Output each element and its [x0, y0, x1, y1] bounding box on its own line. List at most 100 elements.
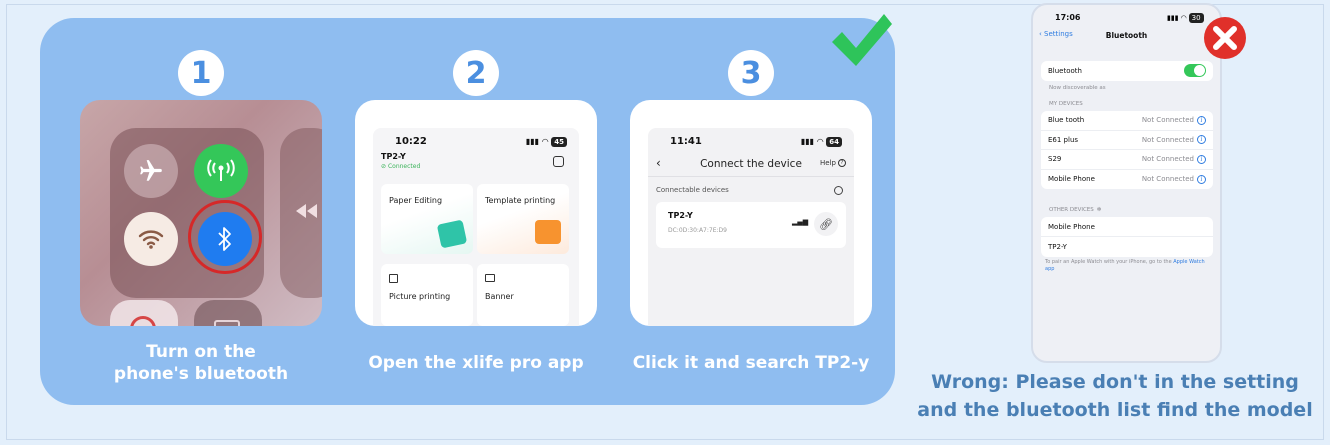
status-icons: ▮▮▮ ◠ 30 — [1167, 13, 1204, 23]
status-time: 10:22 — [395, 136, 427, 147]
device-status: Not Connected — [1141, 175, 1194, 184]
step-3-caption: Click it and search TP2-y — [632, 353, 870, 373]
caption-line: phone's bluetooth — [113, 364, 289, 384]
my-devices-list: Blue tooth Not Connected i E61 plus Not C… — [1041, 111, 1213, 189]
scan-icon[interactable] — [553, 156, 564, 167]
paper-editing-tile[interactable]: Paper Editing — [381, 184, 473, 254]
question-icon: ? — [837, 159, 846, 167]
row-label: Bluetooth — [1048, 66, 1082, 75]
header-divider — [648, 176, 854, 177]
device-name: E61 plus — [1048, 135, 1079, 144]
template-printing-tile[interactable]: Template printing — [477, 184, 569, 254]
device-row[interactable]: E61 plus Not Connected i — [1041, 131, 1213, 150]
step-1-caption: Turn on the phone's bluetooth — [80, 341, 322, 385]
image-icon — [436, 219, 468, 249]
step-2-caption: Open the xlife pro app — [368, 353, 584, 373]
tile-label: Banner — [485, 292, 514, 301]
control-center-card — [80, 100, 322, 326]
info-icon[interactable]: i — [1197, 135, 1206, 145]
info-icon[interactable]: i — [1197, 115, 1206, 125]
bluetooth-toggle-group: Bluetooth — [1041, 61, 1213, 81]
caption-line: Turn on the — [146, 342, 256, 362]
device-mac: DC:0D:30:A7:7E:D9 — [668, 227, 727, 234]
discoverable-note: Now discoverable as — [1049, 85, 1106, 91]
wrong-caption: Wrong: Please don't in the setting and t… — [905, 368, 1325, 424]
help-button[interactable]: Help ? — [820, 159, 846, 167]
rewind-icon — [296, 204, 317, 218]
device-name[interactable]: TP2-Y — [381, 152, 406, 161]
wifi-icon: ◠ — [1180, 14, 1187, 22]
app-screen: 10:22 ▮▮▮ ◠ 45 TP2-Y ⊘ Connected Paper E… — [373, 128, 579, 326]
page-title: Bluetooth — [1105, 31, 1148, 40]
settings-phone: 17:06 ▮▮▮ ◠ 30 ‹ Settings Bluetooth Blue… — [1031, 3, 1222, 363]
device-name: Mobile Phone — [1048, 175, 1095, 184]
control-tile — [110, 300, 178, 326]
cellular-button[interactable] — [194, 144, 248, 198]
device-status: Not Connected — [1141, 155, 1194, 164]
wifi-icon: ◠ — [817, 137, 824, 146]
refresh-icon[interactable] — [834, 186, 843, 195]
banner-tile[interactable]: Banner — [477, 264, 569, 326]
connect-screen: 11:41 ▮▮▮ ◠ 64 ‹ Connect the device Help… — [648, 128, 854, 326]
device-row[interactable]: Blue tooth Not Connected i — [1041, 111, 1213, 131]
bluetooth-highlight-ring — [188, 200, 262, 274]
step-3-number: 3 — [728, 50, 774, 96]
tile-label: Picture printing — [389, 292, 451, 301]
picture-printing-tile[interactable]: Picture printing — [381, 264, 473, 326]
device-status: Not Connected — [1141, 135, 1194, 144]
bluetooth-toggle-row: Bluetooth — [1041, 61, 1213, 81]
status-time: 17:06 — [1055, 13, 1081, 22]
footer-text: To pair an Apple Watch with your iPhone,… — [1045, 259, 1172, 265]
wrong-caption-line: Wrong: Please don't in the setting — [931, 371, 1299, 393]
wrong-caption-line: and the bluetooth list find the model — [917, 399, 1313, 421]
tile-label: Template printing — [485, 196, 556, 205]
section-label: Connectable devices — [656, 186, 729, 194]
device-row[interactable]: TP2-Y DC:0D:30:A7:7E:D9 ▂▄▆ 🔗︎ — [656, 202, 846, 248]
bluetooth-toggle[interactable] — [1184, 64, 1206, 78]
status-bar: 11:41 ▮▮▮ ◠ 64 — [648, 128, 854, 147]
connection-status: ⊘ Connected — [381, 163, 420, 170]
battery-icon: 30 — [1188, 13, 1204, 23]
control-tile — [194, 300, 262, 326]
signal-icon: ▮▮▮ — [800, 137, 815, 146]
signal-icon: ▮▮▮ — [525, 137, 540, 146]
device-row[interactable]: TP2-Y — [1041, 237, 1213, 257]
info-icon[interactable]: i — [1197, 174, 1206, 184]
status-time: 11:41 — [670, 136, 702, 147]
wifi-icon — [138, 230, 164, 249]
picture-icon — [389, 274, 398, 283]
device-name: Mobile Phone — [1048, 222, 1095, 231]
device-name: S29 — [1048, 155, 1062, 164]
connection-status-text: Connected — [387, 163, 421, 170]
device-row[interactable]: Mobile Phone Not Connected i — [1041, 170, 1213, 190]
airplane-mode-button[interactable] — [124, 144, 178, 198]
my-devices-header: MY DEVICES — [1049, 101, 1083, 107]
signal-icon: ▮▮▮ — [1167, 14, 1179, 22]
loading-spinner-icon: ✻ — [1096, 207, 1102, 213]
footer-note: To pair an Apple Watch with your iPhone,… — [1045, 259, 1215, 273]
connect-device-card: 11:41 ▮▮▮ ◠ 64 ‹ Connect the device Help… — [630, 100, 872, 326]
battery-icon: 45 — [551, 136, 567, 147]
wifi-button[interactable] — [124, 212, 178, 266]
link-icon[interactable]: 🔗︎ — [814, 212, 838, 236]
other-devices-list: Mobile Phone TP2-Y — [1041, 217, 1213, 257]
airplane-icon — [140, 160, 162, 181]
device-name: TP2-Y — [1048, 243, 1067, 251]
wifi-icon: ◠ — [542, 137, 549, 146]
cellular-antenna-icon — [207, 159, 235, 181]
other-devices-label: OTHER DEVICES — [1049, 207, 1094, 213]
media-block — [280, 128, 322, 298]
tile-label: Paper Editing — [389, 196, 443, 205]
status-bar: 10:22 ▮▮▮ ◠ 45 — [373, 128, 579, 147]
banner-icon — [485, 274, 495, 282]
step-1-number: 1 — [178, 50, 224, 96]
device-name: Blue tooth — [1048, 116, 1085, 125]
help-label: Help — [820, 159, 836, 167]
device-row[interactable]: S29 Not Connected i — [1041, 150, 1213, 170]
info-icon[interactable]: i — [1197, 154, 1206, 164]
battery-icon: 64 — [826, 136, 842, 147]
device-row[interactable]: Mobile Phone — [1041, 217, 1213, 237]
link-icon: ⊘ — [381, 163, 387, 170]
device-status: Not Connected — [1141, 116, 1194, 125]
x-mark-icon — [1204, 17, 1246, 59]
